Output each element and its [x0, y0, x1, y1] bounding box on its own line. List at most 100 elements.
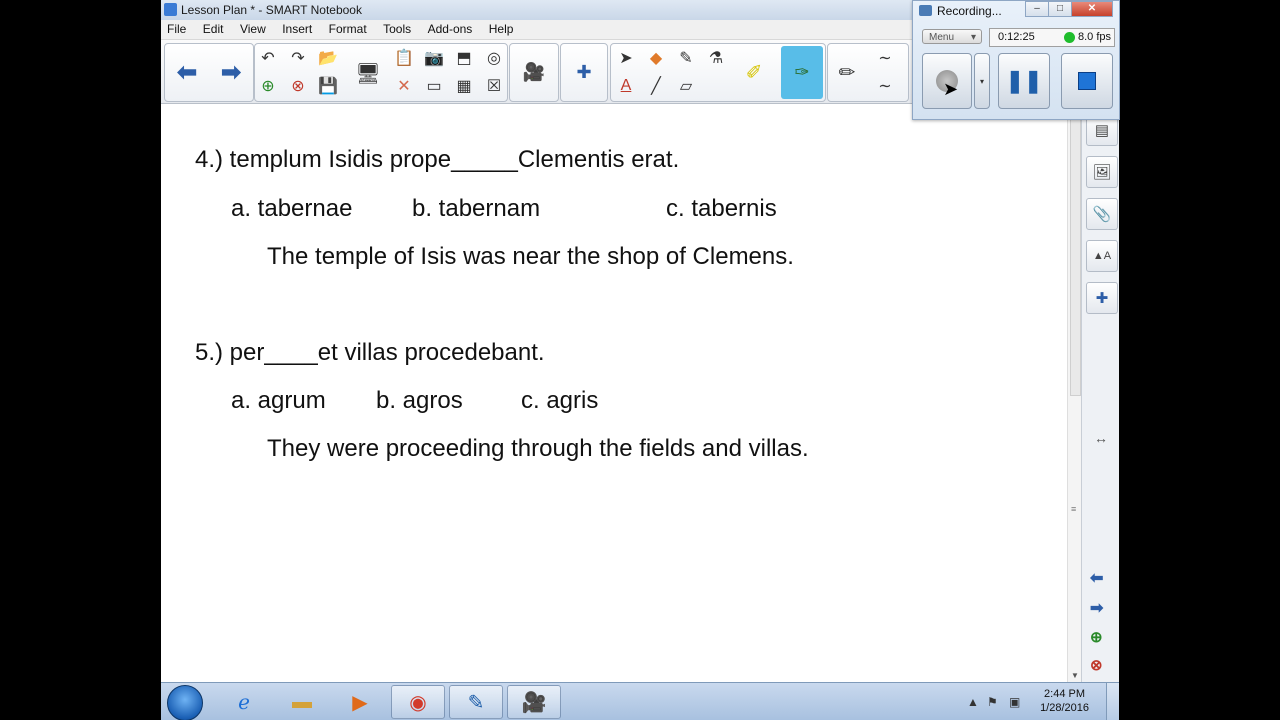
toolbar-group-recorder: 🎥: [509, 43, 559, 102]
gallery-tab[interactable]: 🖼: [1086, 156, 1118, 188]
text-tool-button[interactable]: A: [613, 74, 639, 98]
recorder-tool-button[interactable]: 🎥: [521, 60, 547, 84]
taskbar-media-player[interactable]: ▶: [333, 685, 387, 719]
page-scrollbar[interactable]: ≡ ▼: [1067, 104, 1082, 682]
recorder-title: Recording...: [937, 4, 1002, 18]
taskbar-smart-notebook[interactable]: ✎: [449, 685, 503, 719]
redo-button[interactable]: ↷: [285, 46, 311, 70]
delete-button[interactable]: ✕: [391, 74, 417, 98]
show-hidden-icons-icon[interactable]: ▲: [967, 695, 979, 709]
recorder-maximize-button[interactable]: □: [1048, 1, 1072, 17]
full-screen-button[interactable]: ▭: [421, 74, 447, 98]
question-4-option-b: b. tabernam: [412, 195, 541, 222]
taskbar-internet-explorer[interactable]: ℯ: [217, 685, 271, 719]
menu-tools[interactable]: Tools: [377, 20, 417, 37]
monitor-icon: 🖥: [355, 62, 381, 85]
menu-edit[interactable]: Edit: [197, 20, 230, 37]
attachments-tab[interactable]: 📎: [1086, 198, 1118, 230]
globe-icon: ◎: [487, 50, 501, 67]
delete-page-icon[interactable]: ⊗: [1090, 656, 1103, 674]
previous-page-button[interactable]: ⬅: [167, 46, 207, 98]
menu-insert[interactable]: Insert: [276, 20, 318, 37]
paste-button[interactable]: 📋: [391, 46, 417, 70]
toolbar-group-addons: ✚: [560, 43, 608, 102]
window-title: Lesson Plan * - SMART Notebook: [181, 3, 362, 17]
next-page-button[interactable]: ➡: [211, 46, 251, 98]
line-icon: ╱: [651, 78, 661, 95]
add-page-icon[interactable]: ⊕: [1090, 628, 1103, 646]
delete-page-button[interactable]: ⊗: [285, 74, 311, 98]
show-desktop-button[interactable]: [1106, 683, 1119, 720]
menu-view[interactable]: View: [234, 20, 272, 37]
previous-page-arrow-icon[interactable]: ⬅: [1090, 568, 1103, 588]
stop-button[interactable]: [1061, 53, 1113, 109]
screen-shade-button[interactable]: ⬒: [451, 46, 477, 70]
scroll-down-arrow-icon[interactable]: ▼: [1071, 671, 1079, 680]
recorder-menu-dropdown[interactable]: Menu ▾: [922, 29, 982, 44]
menu-help[interactable]: Help: [483, 20, 520, 37]
taskbar-file-explorer[interactable]: ▬: [275, 685, 329, 719]
recorder-window: Recording... ‒ □ ✕ Menu ▾ 0:12:25 8.0 fp…: [912, 0, 1120, 120]
paste-icon: 📋: [394, 50, 414, 67]
question-4-option-c: c. tabernis: [666, 195, 777, 222]
chevron-down-icon: ▾: [970, 32, 976, 43]
screen-capture-button[interactable]: 📷: [421, 46, 447, 70]
add-page-button[interactable]: ⊕: [255, 74, 281, 98]
pen-icon: ✏: [838, 61, 856, 84]
add-ons-button[interactable]: ✚: [571, 60, 597, 84]
chevron-down-icon: ▾: [979, 76, 984, 86]
pause-button[interactable]: ❚❚: [998, 53, 1050, 109]
paperclip-icon: 📎: [1092, 206, 1112, 223]
undo-button[interactable]: ↶: [255, 46, 281, 70]
creative-pens-icon: ✑: [794, 61, 810, 82]
select-tool-button[interactable]: ➤: [613, 46, 639, 70]
record-options-dropdown[interactable]: ▾: [974, 53, 990, 109]
action-center-flag-icon[interactable]: ⚑: [987, 695, 998, 709]
add-page-icon: ⊕: [261, 78, 275, 95]
clock-time: 2:44 PM: [1044, 688, 1086, 700]
menu-file[interactable]: File: [161, 20, 192, 37]
magic-pen-button[interactable]: ✎: [673, 46, 699, 70]
creative-pens-button[interactable]: ✑: [781, 46, 823, 99]
magic-pen-icon: ✎: [679, 50, 693, 67]
network-icon[interactable]: ▣: [1009, 695, 1020, 709]
smart-notebook-icon: ✎: [467, 691, 485, 714]
display-screen-button[interactable]: 🖥: [353, 58, 383, 88]
notebook-page[interactable]: 4.) templum Isidis prope_____Clementis e…: [161, 104, 1067, 682]
add-ons-tab[interactable]: ✚: [1086, 282, 1118, 314]
recorder-close-button[interactable]: ✕: [1071, 1, 1113, 17]
shapes-tool-button[interactable]: ◆: [643, 46, 669, 70]
document-camera-button[interactable]: ◎: [481, 46, 507, 70]
recording-status-indicator: [1064, 32, 1075, 43]
properties-tab[interactable]: ▲A: [1086, 240, 1118, 272]
pointer-icon: ➤: [619, 50, 633, 67]
frame-rate: 8.0 fps: [1078, 31, 1112, 43]
menu-format[interactable]: Format: [323, 20, 373, 37]
menu-add-ons[interactable]: Add-ons: [422, 20, 479, 37]
question-5-option-a: a. agrum: [231, 387, 326, 414]
system-clock[interactable]: 2:44 PM 1/28/2016: [1040, 687, 1089, 715]
pen-tool-button[interactable]: ✏: [834, 60, 860, 84]
resize-handle-icon[interactable]: ↔: [1094, 430, 1108, 446]
recorder-minimize-button[interactable]: ‒: [1025, 1, 1049, 17]
next-page-arrow-icon[interactable]: ➡: [1090, 598, 1103, 618]
highlighter-button[interactable]: ✐: [741, 60, 767, 84]
open-file-button[interactable]: 📂: [315, 46, 341, 70]
pen-style-1-button[interactable]: ∼: [872, 46, 898, 70]
media-player-icon: ▶: [352, 691, 368, 714]
pen-style-2-button[interactable]: ∼: [872, 74, 898, 98]
insert-table-button[interactable]: ▦: [451, 74, 477, 98]
delete-page-icon: ⊗: [291, 78, 305, 95]
gallery-icon: 🖼: [1092, 164, 1112, 181]
fill-tool-button[interactable]: ⚗: [703, 46, 729, 70]
taskbar-smart-recorder[interactable]: 🎥: [507, 685, 561, 719]
start-button[interactable]: [167, 685, 203, 720]
close-page-button[interactable]: ☒: [481, 74, 507, 98]
taskbar-chrome[interactable]: ◉: [391, 685, 445, 719]
scrollbar-thumb[interactable]: [1070, 116, 1081, 396]
line-tool-button[interactable]: ╱: [643, 74, 669, 98]
eraser-tool-button[interactable]: ▱: [673, 74, 699, 98]
undo-icon: ↶: [261, 50, 275, 67]
stop-icon: [1078, 72, 1096, 90]
save-button[interactable]: 💾: [315, 74, 341, 98]
